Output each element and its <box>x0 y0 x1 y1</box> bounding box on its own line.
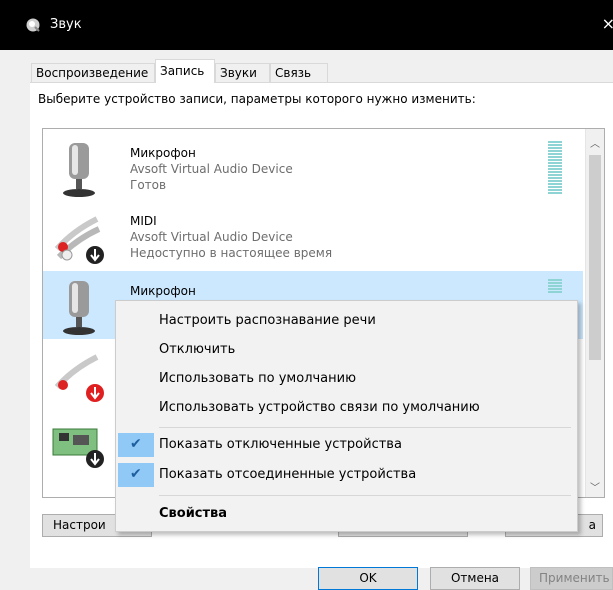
menu-item-label: Отключить <box>159 342 236 357</box>
menu-item-label: Использовать устройство связи по умолчан… <box>159 400 480 415</box>
button-label: Отмена <box>450 571 500 585</box>
tab-recording[interactable]: Запись <box>155 59 215 83</box>
list-scrollbar[interactable]: ︿ ﹀ <box>585 129 604 497</box>
menu-item-show-disabled[interactable]: ✔ Показать отключенные устройства <box>116 431 575 459</box>
device-status: Недоступно в настоящее время <box>130 246 333 260</box>
menu-item-label: Использовать по умолчанию <box>159 371 357 386</box>
device-item[interactable]: Микрофон Avsoft Virtual Audio Device Гот… <box>43 133 583 201</box>
menu-item-label: Показать отключенные устройства <box>159 437 402 452</box>
menu-item-label: Свойства <box>159 506 228 521</box>
device-driver: Avsoft Virtual Audio Device <box>130 162 293 176</box>
audio-cable-icon <box>54 354 104 402</box>
cancel-button[interactable]: Отмена <box>430 567 520 590</box>
menu-item-show-disconnected[interactable]: ✔ Показать отсоединенные устройства <box>116 461 575 489</box>
level-meter <box>548 141 562 195</box>
close-icon[interactable]: × <box>602 14 613 33</box>
microphone-icon <box>63 143 95 197</box>
menu-item-label: Показать отсоединенные устройства <box>159 467 417 482</box>
device-item[interactable]: MIDI Avsoft Virtual Audio Device Недосту… <box>43 201 583 269</box>
device-name: Микрофон <box>130 146 196 160</box>
menu-separator <box>159 427 571 428</box>
menu-item-properties[interactable]: Свойства <box>116 500 575 528</box>
menu-item-speech-recognition[interactable]: Настроить распознавание речи <box>116 307 575 335</box>
chevron-down-icon[interactable]: ﹀ <box>586 479 604 494</box>
device-status: Готов <box>130 178 167 192</box>
menu-check-highlight: ✔ <box>118 463 154 487</box>
device-name: MIDI <box>130 214 157 228</box>
menu-item-set-default-communication[interactable]: Использовать устройство связи по умолчан… <box>116 394 575 422</box>
checkmark-icon: ✔ <box>130 466 142 482</box>
tab-label: Звуки <box>220 66 257 80</box>
sound-card-icon <box>52 428 104 468</box>
tab-sounds[interactable]: Звуки <box>215 63 270 82</box>
button-label: Применить <box>539 571 610 585</box>
scrollbar-thumb[interactable] <box>589 155 601 360</box>
audio-cable-icon <box>54 216 104 264</box>
apply-button[interactable]: Применить <box>530 567 613 590</box>
button-label: а <box>588 518 596 532</box>
chevron-up-icon[interactable]: ︿ <box>586 135 604 150</box>
menu-item-set-default[interactable]: Использовать по умолчанию <box>116 365 575 393</box>
tab-label: Воспроизведение <box>36 66 149 80</box>
microphone-icon <box>63 281 95 335</box>
window-title: Звук <box>50 17 82 32</box>
menu-check-highlight: ✔ <box>118 433 154 457</box>
button-label: Настрои <box>53 518 106 532</box>
menu-item-label: Настроить распознавание речи <box>159 313 376 328</box>
tab-label: Запись <box>160 64 205 78</box>
tab-communications[interactable]: Связь <box>270 63 328 82</box>
context-menu: Настроить распознавание речи Отключить И… <box>115 300 578 532</box>
menu-separator <box>159 495 571 496</box>
checkmark-icon: ✔ <box>130 436 142 452</box>
menu-item-disable[interactable]: Отключить <box>116 336 575 364</box>
speaker-icon <box>26 18 40 32</box>
device-name: Микрофон <box>130 284 196 298</box>
tab-label: Связь <box>275 66 312 80</box>
instruction-text: Выберите устройство записи, параметры ко… <box>38 92 476 106</box>
button-label: OK <box>359 571 377 585</box>
ok-button[interactable]: OK <box>318 567 418 590</box>
tab-playback[interactable]: Воспроизведение <box>31 63 155 82</box>
device-driver: Avsoft Virtual Audio Device <box>130 230 293 244</box>
title-bar: Звук × <box>0 0 613 50</box>
level-meter <box>548 279 562 294</box>
